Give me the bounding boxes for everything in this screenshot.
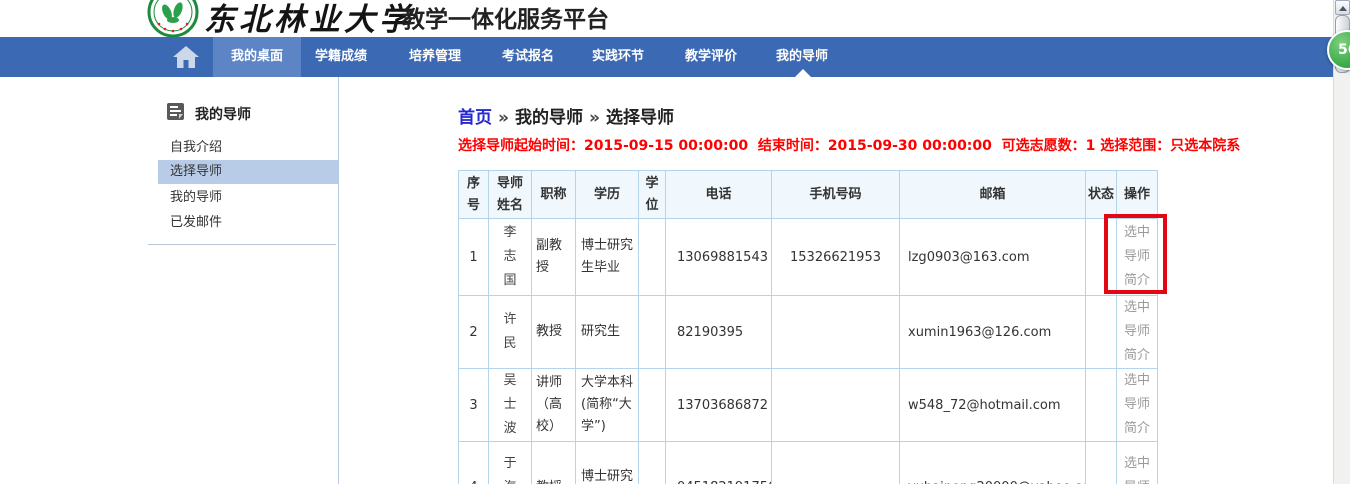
cell-mobile xyxy=(772,296,900,369)
main-navbar: 我的桌面 学籍成绩 培养管理 考试报名 实践环节 教学评价 我的导师 xyxy=(0,37,1333,77)
platform-title: 教学一体化服务平台 xyxy=(402,0,609,34)
tutor-intro-link[interactable]: 简介 xyxy=(1124,421,1150,436)
cell-no: 4 xyxy=(459,442,489,484)
nav-tab-teaching-evaluation[interactable]: 教学评价 xyxy=(667,37,755,77)
col-header-mobile: 手机号码 xyxy=(772,171,900,219)
university-name: 东北林业大学 xyxy=(204,0,414,39)
table-row: 4 于海鹏 教授 博士研究生毕业 045182191756 yuhaipeng2… xyxy=(459,442,1158,484)
col-header-title: 职称 xyxy=(532,171,576,219)
cell-title: 讲师（高校） xyxy=(532,369,576,442)
cell-tutor-name: 许民 xyxy=(489,296,532,369)
cell-no: 3 xyxy=(459,369,489,442)
cell-title: 教授 xyxy=(532,296,576,369)
sidebar-title: 我的导师 xyxy=(195,104,251,124)
cell-degree xyxy=(639,296,666,369)
cell-mobile: 15326621953 xyxy=(772,219,900,296)
sidebar-item-choose-tutor[interactable]: 选择导师 xyxy=(158,160,338,184)
nav-tab-practice[interactable]: 实践环节 xyxy=(574,37,662,77)
sidebar-divider xyxy=(148,244,336,245)
cell-mobile xyxy=(772,442,900,484)
cell-no: 1 xyxy=(459,219,489,296)
table-row: 2 许民 教授 研究生 82190395 xumin1963@126.com 选… xyxy=(459,296,1158,369)
select-tutor-link[interactable]: 选中导师 xyxy=(1124,373,1150,412)
top-header: 东北林业大学 教学一体化服务平台 xyxy=(0,0,1350,37)
cell-tutor-name: 吴士波 xyxy=(489,369,532,442)
tutor-intro-link[interactable]: 简介 xyxy=(1124,348,1150,363)
col-header-action: 操作 xyxy=(1117,171,1158,219)
cell-status xyxy=(1086,442,1117,484)
table-row: 3 吴士波 讲师（高校） 大学本科(简称“大学”) 13703686872 w5… xyxy=(459,369,1158,442)
col-header-education: 学历 xyxy=(576,171,639,219)
select-tutor-link[interactable]: 选中导师 xyxy=(1124,456,1150,484)
cell-degree xyxy=(639,442,666,484)
col-header-tutor-name: 导师姓名 xyxy=(489,171,532,219)
cell-phone: 82190395 xyxy=(666,296,772,369)
cell-education: 研究生 xyxy=(576,296,639,369)
breadcrumb-separator: » xyxy=(492,108,515,128)
cell-phone: 045182191756 xyxy=(666,442,772,484)
cell-degree xyxy=(639,219,666,296)
cell-status xyxy=(1086,369,1117,442)
breadcrumb-page: 选择导师 xyxy=(606,108,674,128)
vertical-scrollbar[interactable] xyxy=(1333,0,1350,484)
cell-phone: 13703686872 xyxy=(666,369,772,442)
breadcrumb-section: 我的导师 xyxy=(515,108,583,128)
cell-mobile xyxy=(772,369,900,442)
active-tab-arrow xyxy=(794,69,812,78)
col-header-no: 序号 xyxy=(459,171,489,219)
tutor-table: 序号 导师姓名 职称 学历 学位 电话 手机号码 邮箱 状态 操作 1 李志国 … xyxy=(458,170,1158,484)
cell-phone: 13069881543 xyxy=(666,219,772,296)
annotation-red-box xyxy=(1104,214,1167,294)
cell-no: 2 xyxy=(459,296,489,369)
notes-list-icon xyxy=(166,102,185,121)
cell-education: 博士研究生毕业 xyxy=(576,442,639,484)
sidebar-item-my-tutor[interactable]: 我的导师 xyxy=(150,186,338,210)
home-icon[interactable] xyxy=(173,46,199,68)
col-header-degree: 学位 xyxy=(639,171,666,219)
cell-email: lzg0903@163.com xyxy=(900,219,1086,296)
cell-actions: 选中导师 简介 xyxy=(1117,369,1158,442)
page: 东北林业大学 教学一体化服务平台 我的桌面 学籍成绩 培养管理 考试报名 实践环… xyxy=(0,0,1350,484)
col-header-phone: 电话 xyxy=(666,171,772,219)
breadcrumb-separator: » xyxy=(583,108,606,128)
cell-actions: 选中导师 简介 xyxy=(1117,442,1158,484)
sidebar-item-sent-mail[interactable]: 已发邮件 xyxy=(150,211,338,235)
cell-tutor-name: 于海鹏 xyxy=(489,442,532,484)
cell-email: xumin1963@126.com xyxy=(900,296,1086,369)
sidebar-item-self-introduction[interactable]: 自我介绍 xyxy=(150,136,338,160)
cell-education: 博士研究生毕业 xyxy=(576,219,639,296)
sidebar-right-border xyxy=(338,77,339,484)
cell-email: yuhaipeng20000@yahoo.com.cn xyxy=(900,442,1086,484)
cell-actions: 选中导师 简介 xyxy=(1117,296,1158,369)
cell-status xyxy=(1086,296,1117,369)
cell-tutor-name: 李志国 xyxy=(489,219,532,296)
cell-degree xyxy=(639,369,666,442)
table-header-row: 序号 导师姓名 职称 学历 学位 电话 手机号码 邮箱 状态 操作 xyxy=(459,171,1158,219)
col-header-status: 状态 xyxy=(1086,171,1117,219)
up-arrow-icon xyxy=(1339,6,1347,11)
cell-title: 副教授 xyxy=(532,219,576,296)
select-tutor-link[interactable]: 选中导师 xyxy=(1124,300,1150,339)
table-row: 1 李志国 副教授 博士研究生毕业 13069881543 1532662195… xyxy=(459,219,1158,296)
nav-tab-exam-registration[interactable]: 考试报名 xyxy=(484,37,572,77)
nav-tab-training-management[interactable]: 培养管理 xyxy=(391,37,479,77)
breadcrumb: 首页»我的导师»选择导师 xyxy=(458,103,674,128)
nav-tab-academic-records[interactable]: 学籍成绩 xyxy=(297,37,385,77)
breadcrumb-home-link[interactable]: 首页 xyxy=(458,108,492,128)
selection-period-notice: 选择导师起始时间：2015-09-15 00:00:00 结束时间：2015-0… xyxy=(458,135,1240,155)
nav-tab-my-desktop[interactable]: 我的桌面 xyxy=(213,37,301,77)
scrollbar-up-button[interactable] xyxy=(1335,0,1350,15)
university-emblem-icon xyxy=(147,0,199,38)
col-header-email: 邮箱 xyxy=(900,171,1086,219)
cell-education: 大学本科(简称“大学”) xyxy=(576,369,639,442)
cell-email: w548_72@hotmail.com xyxy=(900,369,1086,442)
cell-title: 教授 xyxy=(532,442,576,484)
